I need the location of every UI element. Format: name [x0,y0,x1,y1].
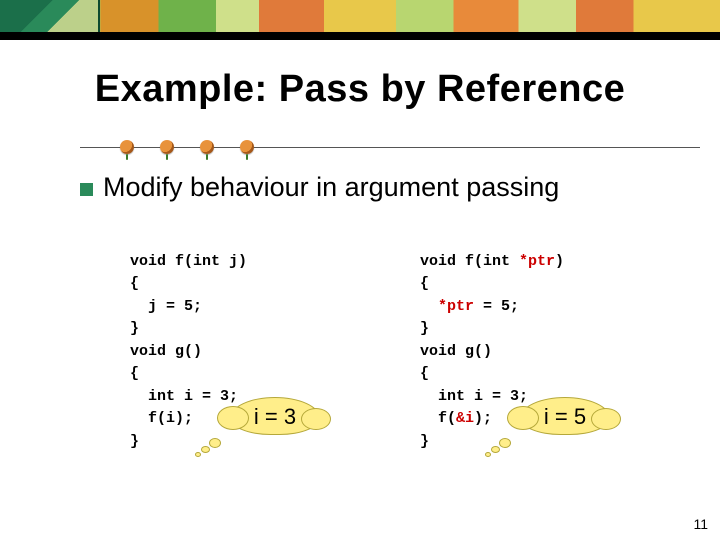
bullet-item: Modify behaviour in argument passing [80,172,559,203]
bullet-text: Modify behaviour in argument passing [103,172,559,203]
code-line: { [420,275,429,292]
banner-left-block [0,0,100,32]
flower-icon [120,140,134,154]
code-line: } [130,433,139,450]
slide-title: Example: Pass by Reference [0,68,720,111]
code-line: } [420,320,429,337]
result-callout-right: i = 5 [520,397,610,435]
decorative-banner [0,0,720,32]
code-line: { [130,275,139,292]
code-line: { [130,365,139,382]
code-line: f(&i); [420,410,492,427]
code-columns: void f(int j) { j = 5; } void g() { int … [130,228,670,498]
code-line: *ptr = 5; [420,298,519,315]
pointer-deref: *ptr [438,298,474,315]
flower-icon [200,140,214,154]
address-of: &i [456,410,474,427]
code-line: int i = 3; [420,388,528,405]
flower-icon [240,140,254,154]
result-value: i = 5 [544,400,586,433]
code-left-by-value: void f(int j) { j = 5; } void g() { int … [130,228,380,498]
pointer-param: *ptr [519,253,555,270]
code-line: f(i); [130,410,193,427]
flower-icon [160,140,174,154]
code-right-by-reference: void f(int *ptr) { *ptr = 5; } void g() … [420,228,670,498]
square-bullet-icon [80,183,93,196]
decorative-divider [100,137,660,159]
code-line: void f(int j) [130,253,247,270]
code-line: j = 5; [130,298,202,315]
code-line: { [420,365,429,382]
code-line: void g() [130,343,202,360]
code-line: } [130,320,139,337]
code-line: void f(int *ptr) [420,253,564,270]
code-line: int i = 3; [130,388,238,405]
result-callout-left: i = 3 [230,397,320,435]
code-line: } [420,433,429,450]
banner-underline [0,32,720,40]
result-value: i = 3 [254,400,296,433]
code-line: void g() [420,343,492,360]
page-number: 11 [693,516,708,532]
